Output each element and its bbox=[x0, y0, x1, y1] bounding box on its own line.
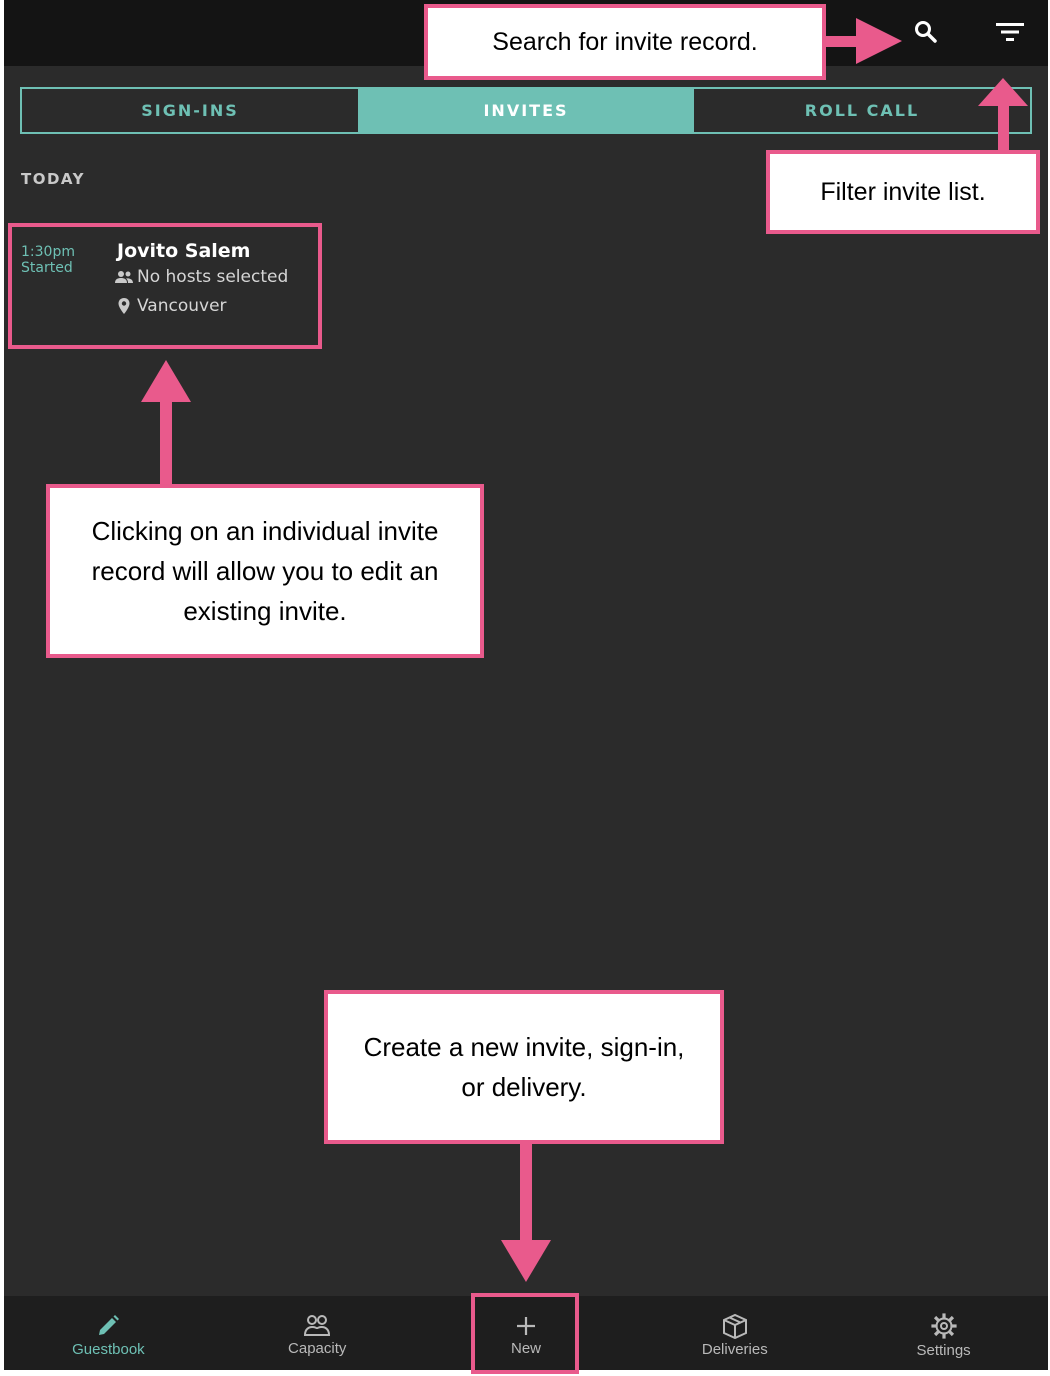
arrow-edit-head bbox=[141, 360, 191, 402]
annotation-create: Create a new invite, sign-in, or deliver… bbox=[324, 990, 724, 1144]
arrow-search-shaft bbox=[824, 36, 860, 47]
arrow-create-shaft bbox=[520, 1144, 532, 1244]
arrow-edit-shaft bbox=[160, 395, 172, 487]
arrow-search-head bbox=[856, 18, 902, 64]
annotation-edit: Clicking on an individual invite record … bbox=[46, 484, 484, 658]
annotation-search: Search for invite record. bbox=[424, 4, 826, 80]
arrow-filter-head bbox=[978, 78, 1028, 106]
highlight-new-button bbox=[471, 1293, 579, 1374]
highlight-invite-record bbox=[8, 223, 322, 349]
arrow-create-head bbox=[501, 1240, 551, 1282]
arrow-filter-shaft bbox=[998, 100, 1009, 152]
annotation-filter: Filter invite list. bbox=[766, 150, 1040, 234]
